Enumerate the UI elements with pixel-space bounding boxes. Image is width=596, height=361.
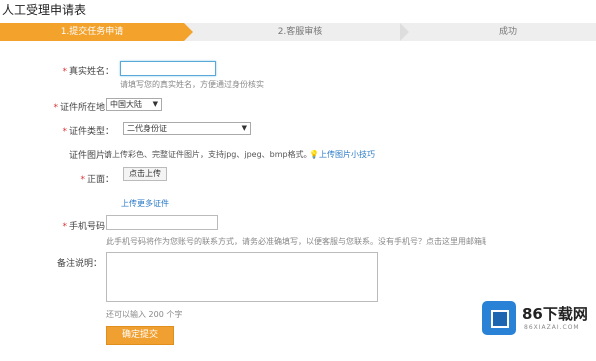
remark-label: 备注说明：: [56, 259, 102, 269]
step-separator: [400, 23, 409, 41]
remark-textarea[interactable]: [106, 252, 378, 302]
chevron-down-icon: ▼: [241, 124, 247, 132]
photo-tip-link[interactable]: 💡上传图片小技巧: [309, 149, 375, 160]
required-mark: *: [62, 127, 67, 137]
name-hint: 请填写您的真实姓名，方便通过身份核实: [120, 80, 264, 89]
chevron-down-icon: ▼: [152, 100, 158, 108]
step-1: 1.提交任务申请: [0, 23, 193, 41]
logo-sub: 86XIAZAI.COM: [524, 324, 580, 331]
remark-counter: 还可以输入 200 个字: [106, 310, 183, 319]
step-bar: 1.提交任务申请 2.客服审核 成功: [0, 23, 596, 41]
submit-button[interactable]: 确定提交: [106, 326, 174, 345]
idtype-label: * 证件类型：: [62, 127, 114, 137]
phone-label: * 手机号码：: [62, 222, 114, 232]
upload-button[interactable]: 点击上传: [123, 167, 167, 181]
phone-hint: 此手机号码将作为您账号的联系方式，请务必准确填写，以便客服与您联系。没有手机号？…: [106, 237, 486, 246]
step-2: 2.客服审核: [277, 27, 323, 37]
required-mark: *: [80, 175, 85, 185]
logo-brand: 86下载网: [522, 305, 588, 323]
photo-hint: 请上传彩色、完整证件图片，支持jpg、jpeg、bmp格式。: [104, 150, 312, 159]
photo-label: 证件图片：: [68, 151, 114, 161]
upload-more-link[interactable]: 上传更多证件: [121, 198, 169, 209]
step-3: 成功: [498, 27, 517, 37]
required-mark: *: [53, 103, 58, 113]
logo-icon: [482, 301, 516, 335]
name-label: * 真实姓名：: [62, 67, 114, 77]
idtype-select[interactable]: 二代身份证 ▼: [123, 122, 251, 135]
name-input[interactable]: [120, 61, 216, 76]
watermark-logo: 86下载网 86XIAZAI.COM: [482, 301, 592, 339]
required-mark: *: [62, 67, 67, 77]
region-select[interactable]: 中国大陆 ▼: [106, 98, 162, 111]
phone-input[interactable]: [106, 215, 218, 230]
region-label: * 证件所在地：: [53, 103, 114, 113]
lightbulb-icon: 💡: [309, 150, 319, 159]
required-mark: *: [62, 222, 67, 232]
front-label: * 正面：: [80, 175, 114, 185]
page-title: 人工受理申请表: [2, 3, 87, 17]
